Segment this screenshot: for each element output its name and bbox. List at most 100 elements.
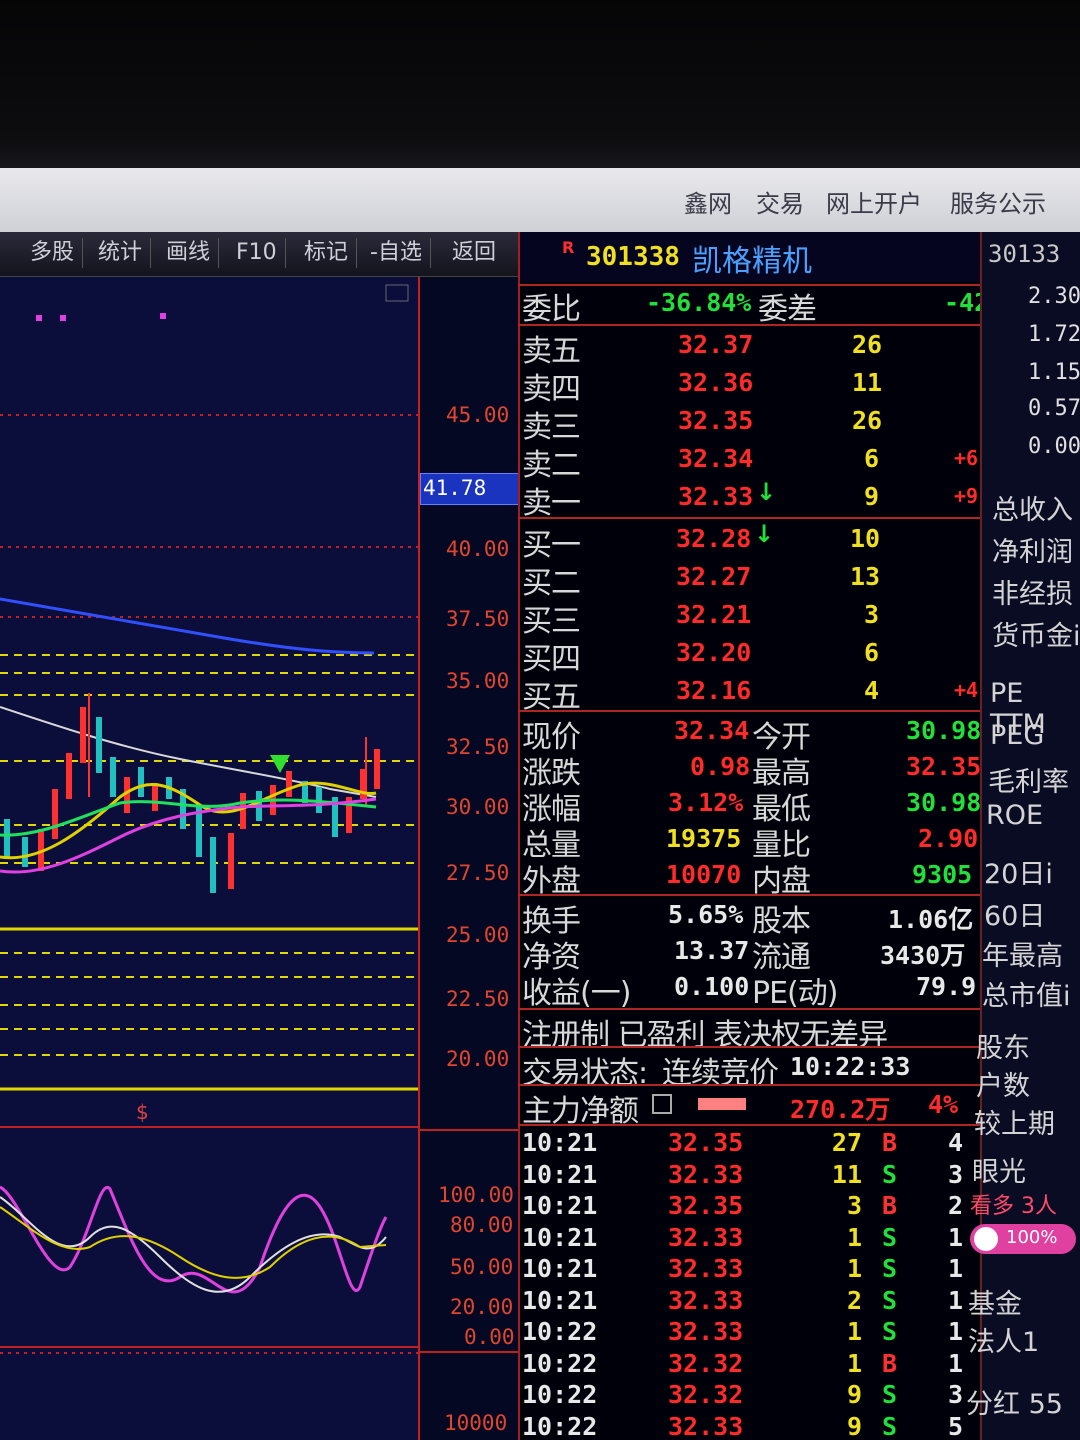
tick-volume: 1 xyxy=(846,1348,862,1378)
ask-row[interactable]: 卖二 32.34 6 +6 xyxy=(518,440,980,483)
axis-divider xyxy=(420,1351,520,1353)
tick-price: 32.35 xyxy=(668,1191,744,1220)
kline-chart[interactable]: $ xyxy=(0,277,418,1440)
ask-row[interactable]: 卖五 32.37 26 xyxy=(518,326,980,369)
tick-price: 32.35 xyxy=(668,1128,744,1157)
tick-row[interactable]: 10:22 32.33 1 S 1 xyxy=(518,1315,980,1346)
tick-count: 1 xyxy=(948,1348,964,1378)
bid-row[interactable]: 买一 32.28 ↓ 10 xyxy=(518,520,980,563)
ask-row[interactable]: 卖四 32.36 11 xyxy=(518,364,980,407)
side-label: 法人1 xyxy=(968,1327,1040,1358)
divider xyxy=(518,517,980,519)
toolbar-statistics[interactable]: 统计 xyxy=(90,238,152,268)
signal-dot xyxy=(36,315,42,321)
bullish-pct: 100% xyxy=(1006,1227,1058,1248)
bid-row[interactable]: 买三 32.21 3 xyxy=(518,596,980,639)
bid-volume: 6 xyxy=(864,638,880,667)
tick-count: 1 xyxy=(948,1317,964,1346)
window-icon[interactable] xyxy=(385,284,409,302)
tick-count: 1 xyxy=(948,1222,964,1252)
bid-row[interactable]: 买四 32.20 6 xyxy=(518,634,980,677)
side-label: 股东 xyxy=(976,1033,1030,1064)
monitor-bezel xyxy=(0,0,1080,175)
stock-header: R 301338 凯格精机 xyxy=(520,232,982,282)
toolbar-back[interactable]: 返回 xyxy=(444,238,504,268)
toolbar-mark[interactable]: 标记 xyxy=(296,238,358,268)
tick-time: 10:21 xyxy=(522,1191,598,1220)
tick-row[interactable]: 10:22 32.33 9 S 5 xyxy=(518,1410,980,1440)
side-label: PEG xyxy=(990,720,1045,751)
chart-toolbar: 多股 统计 画线 F10 标记 -自选 返回 xyxy=(0,232,518,277)
tick-count: 3 xyxy=(948,1380,964,1409)
fund-value: 0.100 xyxy=(674,972,750,1001)
tick-row[interactable]: 10:21 32.35 27 B 4 xyxy=(518,1126,980,1157)
side-label: 眼光 xyxy=(972,1157,1026,1188)
tick-row[interactable]: 10:22 32.32 1 B 1 xyxy=(518,1347,980,1378)
volume-axis-label: 10000 xyxy=(444,1411,508,1435)
ask-price: 32.35 xyxy=(678,406,754,435)
tick-time: 10:21 xyxy=(522,1128,598,1157)
ask-row[interactable]: 卖三 32.35 26 xyxy=(518,402,980,445)
indicator-axis-label: 0.00 xyxy=(464,1325,515,1349)
toolbar-f10[interactable]: F10 xyxy=(228,238,286,268)
bid-price: 32.21 xyxy=(676,600,752,629)
tick-row[interactable]: 10:21 32.33 2 S 1 xyxy=(518,1284,980,1315)
tick-volume: 1 xyxy=(846,1254,862,1283)
bid-volume: 4 xyxy=(864,676,880,705)
weicha-label: 委差 xyxy=(758,292,817,327)
fund-row: 收益(一) 0.100 PE(动) 79.9 xyxy=(518,968,980,1011)
ask-label: 卖一 xyxy=(522,486,581,521)
bullish-bar: 100% xyxy=(970,1224,1076,1254)
tick-count: 2 xyxy=(948,1191,964,1220)
ask-row[interactable]: 卖一 32.33 ↓ 9 +9 xyxy=(518,478,980,521)
tick-row[interactable]: 10:21 32.33 11 S 3 xyxy=(518,1158,980,1189)
signal-dot xyxy=(60,315,66,321)
stat-value: 19375 xyxy=(666,824,742,853)
tick-side: S xyxy=(882,1159,898,1189)
stat-value: 30.98 xyxy=(906,716,982,745)
trade-status-time: 10:22:33 xyxy=(790,1052,911,1081)
bid-price: 32.28 xyxy=(676,524,752,553)
side-label: 总收入 xyxy=(992,495,1073,526)
tick-row[interactable]: 10:21 32.35 3 B 2 xyxy=(518,1189,980,1220)
ask-change: +9 xyxy=(954,484,979,508)
tick-count: 3 xyxy=(948,1159,964,1189)
menu-item-service-notice[interactable]: 服务公示 xyxy=(950,184,1046,219)
ask-volume: 26 xyxy=(852,330,883,359)
bid-row[interactable]: 买二 32.27 13 xyxy=(518,558,980,601)
tick-volume: 1 xyxy=(846,1317,862,1346)
list-icon[interactable] xyxy=(652,1094,672,1114)
fund-label: 收益(一) xyxy=(522,976,631,1011)
side-label: 年最高 xyxy=(982,941,1063,972)
tick-price: 32.33 xyxy=(668,1254,744,1283)
tick-time: 10:21 xyxy=(522,1285,598,1315)
side-label: 较上期 xyxy=(974,1109,1055,1140)
bid-row[interactable]: 买五 32.16 4 +4 xyxy=(518,672,980,715)
fund-row: 净资 13.37 流通 3430万 xyxy=(518,932,980,975)
side-value: 0.57 xyxy=(1028,396,1080,421)
ask-price: 32.33 xyxy=(678,482,754,511)
tick-side: B xyxy=(882,1128,898,1157)
axis-label: 20.00 xyxy=(446,1047,510,1071)
side-stock-code: 30133 xyxy=(988,240,1061,268)
tick-volume: 3 xyxy=(846,1191,862,1220)
menu-item-open-account[interactable]: 网上开户 xyxy=(826,184,922,219)
stat-value: 9305 xyxy=(912,860,973,889)
fund-value: 5.65% xyxy=(668,900,744,929)
kline-svg: $ xyxy=(0,284,418,1354)
tick-row[interactable]: 10:21 32.33 1 S 1 xyxy=(518,1221,980,1252)
top-menu-bar: 鑫网 交易 网上开户 服务公示 xyxy=(0,168,1080,232)
ask-volume: 9 xyxy=(864,482,880,511)
axis-label: 22.50 xyxy=(446,987,510,1011)
menu-item-xinwang[interactable]: 鑫网 xyxy=(684,184,732,219)
toolbar-multi-stock[interactable]: 多股 xyxy=(22,238,84,268)
toolbar-draw-line[interactable]: 画线 xyxy=(158,238,220,268)
ask-price: 32.37 xyxy=(678,330,754,359)
tick-row[interactable]: 10:21 32.33 1 S 1 xyxy=(518,1252,980,1283)
flow-bar xyxy=(698,1098,746,1110)
tick-side: B xyxy=(882,1191,898,1220)
toolbar-watchlist[interactable]: -自选 xyxy=(362,238,431,268)
tick-row[interactable]: 10:22 32.32 9 S 3 xyxy=(518,1378,980,1409)
menu-item-trade[interactable]: 交易 xyxy=(756,184,804,219)
tick-side: S xyxy=(882,1254,898,1283)
